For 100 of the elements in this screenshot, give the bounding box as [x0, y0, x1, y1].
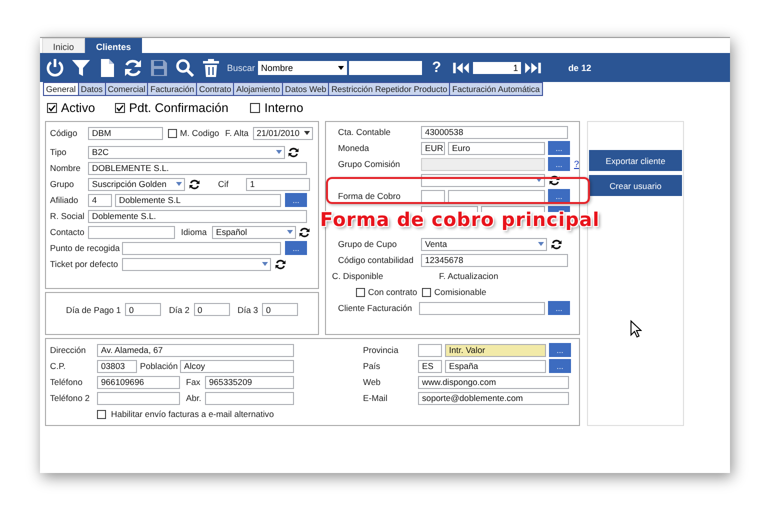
tab[interactable]: Alojamiento	[234, 82, 284, 96]
browse-button[interactable]: ...	[549, 359, 571, 373]
input-field[interactable]: 1	[246, 178, 310, 190]
checkbox-label: Activo	[61, 101, 96, 115]
tab[interactable]: Datos	[78, 82, 106, 96]
input-field[interactable]: Doblemente S.L.	[88, 210, 307, 222]
dropdown-icon	[338, 66, 344, 70]
checkbox-label: Con contrato	[368, 287, 418, 297]
checkbox[interactable]	[47, 103, 57, 113]
trash-icon[interactable]	[201, 58, 221, 78]
dropdown-field[interactable]: Venta	[421, 238, 547, 250]
tab[interactable]: General	[43, 82, 79, 96]
tab[interactable]: Comercial	[106, 82, 148, 96]
input-field[interactable]: DOBLEMENTE S.L.	[88, 162, 307, 174]
browse-button[interactable]	[548, 206, 570, 212]
input-field[interactable]: 0	[194, 303, 230, 316]
input-field[interactable]	[88, 226, 175, 238]
input-field[interactable]: ES	[418, 360, 442, 372]
callout-text: Forma de cobro principal	[320, 209, 600, 231]
refresh-icon[interactable]	[123, 58, 143, 78]
input-field[interactable]: Doblemente S.L	[115, 194, 281, 206]
field-label: Nombre	[50, 163, 82, 173]
field-label: F. Alta	[225, 128, 249, 138]
input-field[interactable]: 966109696	[97, 376, 180, 388]
date-field[interactable]: 21/01/2010	[252, 126, 313, 140]
record-field[interactable]: 1	[473, 62, 522, 74]
checkbox[interactable]	[422, 288, 432, 296]
last-record-icon[interactable]	[523, 60, 544, 74]
input-field[interactable]: 12345678	[421, 254, 568, 266]
tab[interactable]: Contrato	[197, 82, 234, 96]
input-field[interactable]: 0	[124, 303, 161, 316]
checkbox-label: Comisionable	[434, 287, 486, 297]
dropdown-field[interactable]: Suscripción Golden	[88, 178, 185, 190]
field-label: Forma de Cobro	[338, 191, 402, 201]
dropdown-field[interactable]: Español	[212, 226, 296, 238]
refresh-icon[interactable]	[299, 226, 310, 238]
refresh-icon[interactable]	[549, 174, 560, 186]
tab[interactable]: Facturación	[148, 82, 198, 96]
browse-button[interactable]: ...	[285, 193, 307, 207]
input-field[interactable]: Av. Alameda, 67	[97, 344, 294, 356]
input-field[interactable]	[418, 344, 442, 356]
tab[interactable]: Restricción Repetidor Producto	[329, 82, 450, 96]
input-field[interactable]: Alcoy	[180, 360, 294, 372]
input-field[interactable]: 43000538	[421, 126, 568, 138]
checkbox[interactable]	[115, 103, 126, 113]
field-label: R. Social	[50, 211, 86, 221]
refresh-icon[interactable]	[551, 238, 562, 250]
checkbox[interactable]	[168, 128, 177, 138]
app-tab[interactable]: Clientes	[85, 38, 142, 53]
checkbox[interactable]	[97, 410, 106, 418]
help-button[interactable]: ?	[432, 59, 442, 76]
search-field-dropdown[interactable]: Nombre	[258, 60, 348, 74]
refresh-icon[interactable]	[288, 146, 299, 158]
action-button[interactable]: Crear usuario	[589, 175, 682, 196]
input-field[interactable]	[97, 392, 180, 404]
field-label: Día de Pago 1	[66, 304, 121, 314]
input-field[interactable]: EUR	[421, 142, 445, 154]
dropdown-field[interactable]	[122, 258, 271, 270]
input-field[interactable]	[448, 190, 545, 202]
input-field[interactable]	[481, 206, 545, 212]
browse-button[interactable]: ...	[549, 343, 571, 357]
action-button[interactable]: Exportar cliente	[589, 150, 682, 171]
input-field[interactable]	[122, 242, 281, 254]
search-field[interactable]	[349, 60, 422, 74]
browse-button[interactable]: ...	[548, 189, 570, 203]
input-field[interactable]: Euro	[448, 142, 545, 154]
input-field[interactable]: 03803	[97, 360, 137, 372]
field-label: Población	[140, 361, 179, 371]
refresh-icon[interactable]	[275, 258, 286, 270]
checkbox[interactable]	[250, 103, 260, 113]
power-icon[interactable]	[45, 58, 65, 78]
field-label: Abr.	[186, 393, 202, 403]
filter-icon[interactable]	[71, 58, 91, 78]
browse-button[interactable]: ...	[548, 301, 570, 315]
input-field[interactable]: soporte@doblemente.com	[418, 392, 569, 404]
search-icon[interactable]	[175, 58, 195, 78]
field-label: F. Actualizacion	[439, 271, 498, 281]
tab[interactable]: Facturación Automática	[450, 82, 543, 96]
browse-button[interactable]: ...	[285, 241, 307, 255]
dropdown-field[interactable]: B2C	[88, 146, 285, 158]
input-field[interactable]: www.dispongo.com	[418, 376, 569, 388]
input-field[interactable]	[205, 392, 294, 404]
refresh-icon[interactable]	[189, 178, 200, 190]
browse-button[interactable]: ...	[548, 141, 570, 155]
save-icon[interactable]	[149, 58, 169, 78]
input-field[interactable]	[419, 302, 545, 314]
checkbox[interactable]	[356, 288, 365, 296]
input-field[interactable]: 4	[88, 194, 112, 206]
input-field[interactable]: España	[445, 360, 546, 372]
first-record-icon[interactable]	[451, 60, 472, 74]
field-label: Moneda	[338, 143, 370, 153]
input-field[interactable]: 965335209	[205, 376, 294, 388]
checkbox-label: M. Codigo	[180, 128, 220, 138]
tab[interactable]: Datos Web	[283, 82, 330, 96]
app-tab[interactable]: Inicio	[42, 38, 86, 53]
input-field[interactable]: Intr. Valor	[445, 344, 546, 356]
input-field[interactable]: 0	[262, 303, 298, 316]
input-field[interactable]: DBM	[88, 126, 163, 140]
input-field[interactable]	[421, 206, 478, 212]
input-field[interactable]	[421, 190, 445, 202]
